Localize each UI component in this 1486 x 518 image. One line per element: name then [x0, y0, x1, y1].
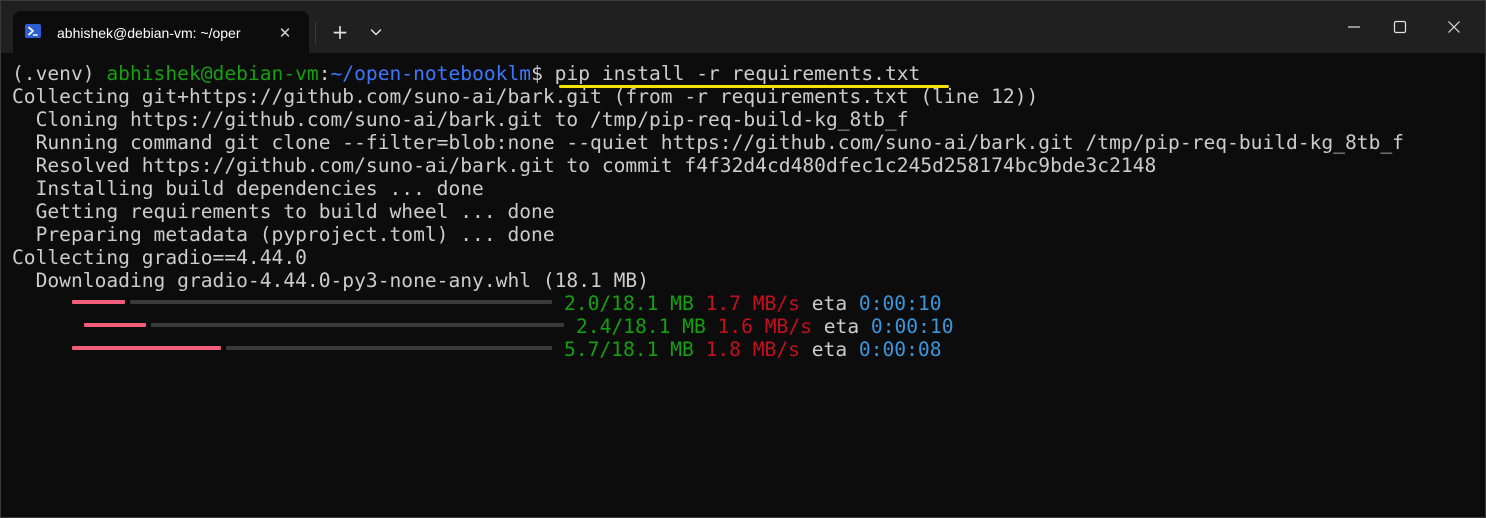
- minimize-icon: [1348, 26, 1360, 28]
- progress-bar-track: [226, 346, 552, 350]
- title-bar: abhishek@debian-vm: ~/oper ✕ +: [1, 1, 1485, 53]
- new-tab-button[interactable]: +: [327, 19, 353, 45]
- tab-terminal[interactable]: abhishek@debian-vm: ~/oper ✕: [13, 11, 309, 53]
- close-icon[interactable]: ✕: [275, 23, 295, 43]
- command-text: pip install -r requirements.txt: [554, 62, 921, 85]
- tab-title: abhishek@debian-vm: ~/oper: [57, 25, 241, 41]
- output-line: Installing build dependencies ... done: [12, 177, 484, 200]
- close-window-button[interactable]: [1430, 1, 1476, 53]
- eta-label: eta: [823, 315, 860, 338]
- progress-bar-track: [130, 300, 552, 304]
- progress-stats: 2.0/18.1 MB 1.7 MB/s eta 0:00:10: [564, 292, 942, 315]
- output-line: Collecting git+https://github.com/suno-a…: [12, 85, 1039, 108]
- tab-divider: [315, 22, 316, 44]
- terminal-window: abhishek@debian-vm: ~/oper ✕ + (.venv) a…: [0, 0, 1486, 518]
- output-line: Getting requirements to build wheel ... …: [12, 200, 555, 223]
- download-speed: 1.7 MB/s: [705, 292, 800, 315]
- progress-stats: 5.7/18.1 MB 1.8 MB/s eta 0:00:08: [564, 338, 942, 361]
- download-size: 2.4/18.1 MB: [576, 315, 706, 338]
- download-speed: 1.6 MB/s: [717, 315, 812, 338]
- download-size: 5.7/18.1 MB: [564, 338, 694, 361]
- prompt-user-host: abhishek@debian-vm: [106, 62, 319, 85]
- eta-value: 0:00:08: [858, 338, 942, 361]
- prompt-line: (.venv) abhishek@debian-vm:~/open-notebo…: [12, 62, 920, 85]
- maximize-icon: [1393, 20, 1407, 34]
- prompt-path: ~/open-notebooklm: [330, 62, 532, 85]
- prompt-colon: :: [318, 62, 331, 85]
- output-line: Cloning https://github.com/suno-ai/bark.…: [12, 108, 909, 131]
- maximize-button[interactable]: [1376, 1, 1422, 53]
- download-size: 2.0/18.1 MB: [564, 292, 694, 315]
- output-line: Running command git clone --filter=blob:…: [12, 131, 1404, 154]
- eta-value: 0:00:10: [870, 315, 954, 338]
- venv-label: (.venv): [12, 62, 107, 85]
- progress-bar-filled: [84, 323, 146, 327]
- close-icon: [1448, 21, 1460, 33]
- output-line: Preparing metadata (pyproject.toml) ... …: [12, 223, 555, 246]
- eta-label: eta: [811, 292, 848, 315]
- progress-bar-filled: [72, 346, 221, 350]
- progress-bar-filled: [72, 300, 125, 304]
- eta-value: 0:00:10: [858, 292, 942, 315]
- download-speed: 1.8 MB/s: [705, 338, 800, 361]
- output-line: Downloading gradio-4.44.0-py3-none-any.w…: [12, 269, 650, 292]
- progress-stats: 2.4/18.1 MB 1.6 MB/s eta 0:00:10: [576, 315, 954, 338]
- output-line: Resolved https://github.com/suno-ai/bark…: [12, 154, 1157, 177]
- progress-bar-track: [151, 323, 564, 327]
- output-line: Collecting gradio==4.44.0: [12, 246, 307, 269]
- powershell-icon: [25, 23, 41, 39]
- prompt-dollar: $: [531, 62, 555, 85]
- minimize-button[interactable]: [1330, 1, 1376, 53]
- eta-label: eta: [811, 338, 848, 361]
- chevron-down-icon[interactable]: [363, 19, 389, 45]
